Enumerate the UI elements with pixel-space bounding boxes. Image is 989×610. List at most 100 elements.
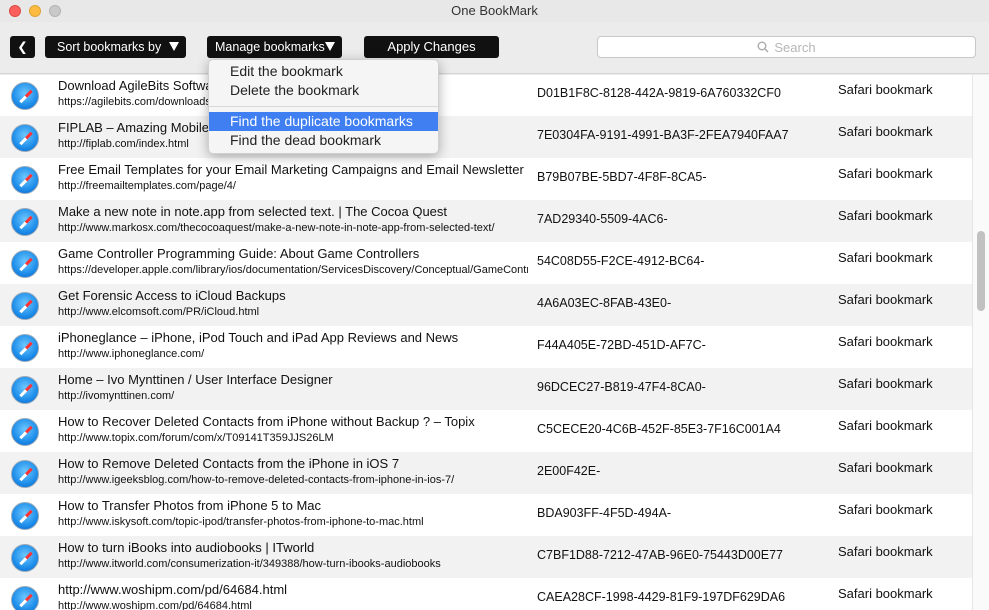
vertical-scrollbar[interactable]	[972, 75, 989, 610]
bookmark-row[interactable]: Download AgileBits Software https://agile…	[0, 75, 972, 116]
sort-bookmarks-dropdown[interactable]: Sort bookmarks by	[45, 36, 186, 58]
manage-bookmarks-menu: Edit the bookmark Delete the bookmark Fi…	[208, 59, 439, 154]
zoom-window-button[interactable]	[49, 5, 61, 17]
safari-compass-icon	[11, 334, 39, 362]
bookmark-type: Safari bookmark	[838, 544, 933, 559]
bookmark-url: https://developer.apple.com/library/ios/…	[58, 264, 528, 276]
menu-item-delete-bookmark[interactable]: Delete the bookmark	[209, 81, 438, 100]
bookmark-title: iPhoneglance – iPhone, iPod Touch and iP…	[58, 330, 459, 345]
bookmark-type: Safari bookmark	[838, 460, 933, 475]
bookmark-type: Safari bookmark	[838, 208, 933, 223]
safari-compass-icon	[11, 124, 39, 152]
bookmark-id: 54C08D55-F2CE-4912-BC64-	[537, 254, 705, 268]
bookmark-id: B79B07BE-5BD7-4F8F-8CA5-	[537, 170, 707, 184]
bookmark-row[interactable]: Make a new note in note.app from selecte…	[0, 200, 972, 242]
bookmark-id: F44A405E-72BD-451D-AF7C-	[537, 338, 706, 352]
bookmark-row[interactable]: Game Controller Programming Guide: About…	[0, 242, 972, 284]
bookmark-row[interactable]: Home – Ivo Mynttinen / User Interface De…	[0, 368, 972, 410]
search-icon	[757, 41, 769, 53]
bookmark-type: Safari bookmark	[838, 586, 933, 601]
bookmark-title: Free Email Templates for your Email Mark…	[58, 162, 524, 177]
safari-compass-icon	[11, 586, 39, 610]
bookmark-type: Safari bookmark	[838, 124, 933, 139]
bookmark-title: Home – Ivo Mynttinen / User Interface De…	[58, 372, 333, 387]
bookmark-type: Safari bookmark	[838, 502, 933, 517]
bookmark-url: http://www.iphoneglance.com/	[58, 348, 205, 360]
bookmark-row[interactable]: http://www.woshipm.com/pd/64684.html http…	[0, 578, 972, 610]
bookmark-title: Game Controller Programming Guide: About…	[58, 246, 420, 261]
minimize-window-button[interactable]	[29, 5, 41, 17]
bookmark-id: C5CECE20-4C6B-452F-85E3-7F16C001A4	[537, 422, 781, 436]
bookmark-row[interactable]: Get Forensic Access to iCloud Backups htt…	[0, 284, 972, 326]
triangle-down-icon	[169, 42, 179, 51]
bookmark-row[interactable]: How to turn iBooks into audiobooks | ITw…	[0, 536, 972, 578]
bookmark-title: How to Remove Deleted Contacts from the …	[58, 456, 400, 471]
scrollbar-thumb[interactable]	[977, 231, 985, 311]
bookmark-title: Make a new note in note.app from selecte…	[58, 204, 448, 219]
bookmark-id: D01B1F8C-8128-442A-9819-6A760332CF0	[537, 86, 781, 100]
menu-separator	[209, 106, 438, 107]
bookmark-title: How to Transfer Photos from iPhone 5 to …	[58, 498, 322, 513]
bookmark-type: Safari bookmark	[838, 418, 933, 433]
safari-compass-icon	[11, 544, 39, 572]
bookmark-row[interactable]: Free Email Templates for your Email Mark…	[0, 158, 972, 200]
bookmark-type: Safari bookmark	[838, 166, 933, 181]
safari-compass-icon	[11, 250, 39, 278]
bookmark-type: Safari bookmark	[838, 334, 933, 349]
bookmark-id: 7AD29340-5509-4AC6-	[537, 212, 668, 226]
menu-item-find-duplicate-bookmarks[interactable]: Find the duplicate bookmarks	[209, 112, 438, 131]
bookmark-row[interactable]: iPhoneglance – iPhone, iPod Touch and iP…	[0, 326, 972, 368]
bookmark-url: http://www.iskysoft.com/topic-ipod/trans…	[58, 516, 424, 528]
bookmark-type: Safari bookmark	[838, 82, 933, 97]
bookmark-url: http://www.igeeksblog.com/how-to-remove-…	[58, 474, 455, 486]
menu-item-find-dead-bookmark[interactable]: Find the dead bookmark	[209, 131, 438, 150]
menu-item-edit-bookmark[interactable]: Edit the bookmark	[209, 62, 438, 81]
search-placeholder: Search	[774, 39, 816, 55]
bookmark-url: http://www.itworld.com/consumerization-i…	[58, 558, 441, 570]
bookmark-list[interactable]: Download AgileBits Software https://agile…	[0, 75, 972, 610]
bookmark-id: C7BF1D88-7212-47AB-96E0-75443D00E77	[537, 548, 783, 562]
title-bar: One BookMark	[0, 0, 989, 22]
bookmark-id: 4A6A03EC-8FAB-43E0-	[537, 296, 672, 310]
close-window-button[interactable]	[9, 5, 21, 17]
bookmark-title: How to turn iBooks into audiobooks | ITw…	[58, 540, 315, 555]
bookmark-row[interactable]: How to Remove Deleted Contacts from the …	[0, 452, 972, 494]
bookmark-id: 2E00F42E-	[537, 464, 601, 478]
safari-compass-icon	[11, 502, 39, 530]
bookmark-title: http://www.woshipm.com/pd/64684.html	[58, 582, 288, 597]
triangle-down-icon	[325, 42, 335, 51]
sort-bookmarks-label: Sort bookmarks by	[57, 40, 162, 54]
bookmark-row[interactable]: FIPLAB – Amazing Mobile Apps http://fipla…	[0, 116, 972, 158]
toolbar: ❮ Sort bookmarks by Manage bookmarks App…	[0, 22, 989, 74]
bookmark-type: Safari bookmark	[838, 250, 933, 265]
apply-changes-label: Apply Changes	[387, 39, 476, 54]
safari-compass-icon	[11, 376, 39, 404]
search-field[interactable]: Search	[597, 36, 976, 58]
safari-compass-icon	[11, 292, 39, 320]
window-title: One BookMark	[451, 3, 538, 18]
chevron-left-icon: ❮	[17, 40, 28, 54]
bookmark-url: http://www.elcomsoft.com/PR/iCloud.html	[58, 306, 260, 318]
bookmark-id: CAEA28CF-1998-4429-81F9-197DF629DA6	[537, 590, 786, 604]
apply-changes-button[interactable]: Apply Changes	[364, 36, 499, 58]
bookmark-url: http://freemailtemplates.com/page/4/	[58, 180, 236, 192]
safari-compass-icon	[11, 208, 39, 236]
safari-compass-icon	[11, 166, 39, 194]
bookmark-url: http://ivomynttinen.com/	[58, 390, 175, 402]
bookmark-row[interactable]: How to Transfer Photos from iPhone 5 to …	[0, 494, 972, 536]
safari-compass-icon	[11, 82, 39, 110]
bookmark-url: http://www.markosx.com/thecocoaquest/mak…	[58, 222, 495, 234]
bookmark-id: BDA903FF-4F5D-494A-	[537, 506, 672, 520]
bookmark-url: http://www.woshipm.com/pd/64684.html	[58, 600, 252, 610]
safari-compass-icon	[11, 460, 39, 488]
bookmark-id: 96DCEC27-B819-47F4-8CA0-	[537, 380, 706, 394]
bookmark-id: 7E0304FA-9191-4991-BA3F-2FEA7940FAA7	[537, 128, 789, 142]
manage-bookmarks-dropdown[interactable]: Manage bookmarks	[207, 36, 342, 58]
safari-compass-icon	[11, 418, 39, 446]
manage-bookmarks-label: Manage bookmarks	[215, 40, 325, 54]
bookmark-title: Get Forensic Access to iCloud Backups	[58, 288, 286, 303]
back-button[interactable]: ❮	[10, 36, 35, 58]
bookmark-row[interactable]: How to Recover Deleted Contacts from iPh…	[0, 410, 972, 452]
bookmark-type: Safari bookmark	[838, 292, 933, 307]
bookmark-url: http://www.topix.com/forum/com/x/T09141T…	[58, 432, 334, 444]
